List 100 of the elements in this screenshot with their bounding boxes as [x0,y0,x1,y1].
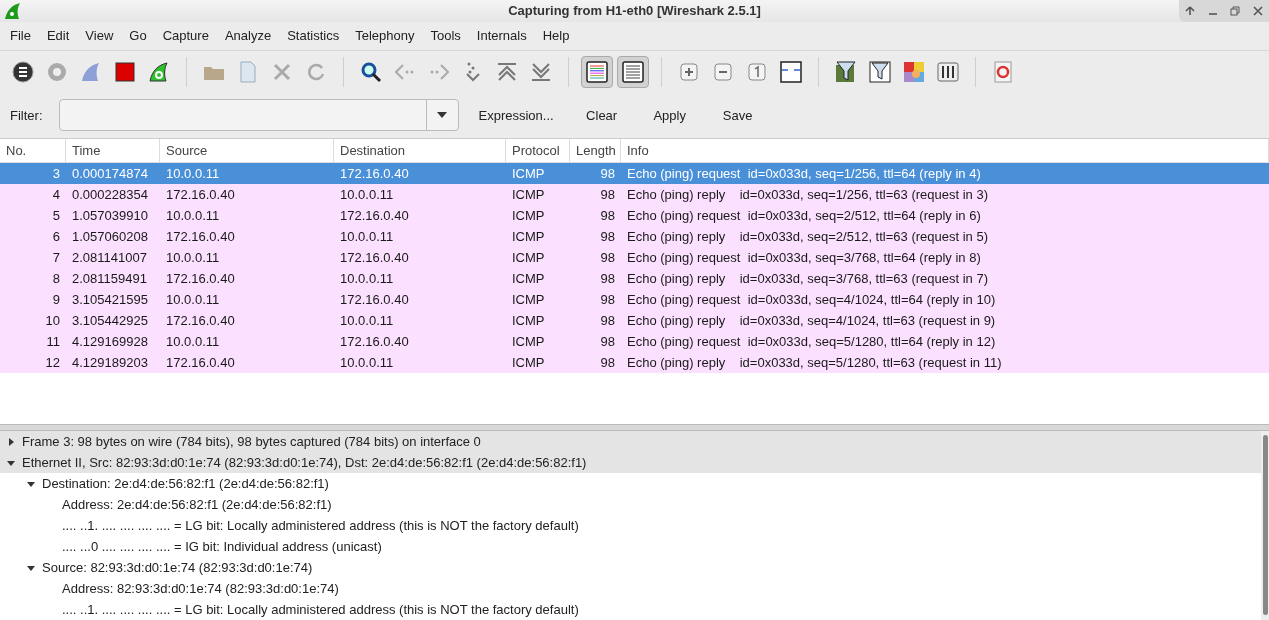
menu-item[interactable]: Help [534,24,578,48]
packet-row[interactable]: 12 4.129189203 172.16.0.40 10.0.0.11 ICMP 98 Echo (ping) reply id=0x033d, seq=5/1280, ttl=63 (request in 11) [0,352,1269,374]
up-arrow-icon[interactable] [1185,6,1196,16]
zoom-out-icon [711,60,735,84]
table-cell-text: ICMP [511,332,546,351]
table-cell-text: 172.16.0.40 [339,164,410,183]
restart-icon [147,60,171,84]
table-cell-text: 3.105421595 [71,290,149,309]
filter-action-button[interactable]: Apply [641,100,698,131]
last-arrow-icon [529,60,553,84]
close-icon[interactable] [1252,6,1263,16]
column-header[interactable]: Destination [334,139,506,163]
column-header[interactable]: Time [66,139,160,163]
detail-text: .... ..1. .... .... .... .... = LG bit: Locally administered address (this is NOT the factory default) [62,516,579,535]
column-header[interactable]: Info [621,139,1269,163]
menu-item[interactable]: View [77,24,122,48]
table-cell-text: Echo (ping) reply id=0x033d, seq=1/256, ttl=63 (request in 3) [626,185,989,204]
table-cell-text: 8 [51,269,61,288]
scrollbar[interactable] [1261,431,1269,620]
menu-item[interactable]: Internals [468,24,535,48]
menu-item[interactable]: Tools [422,24,469,48]
table-cell-text: 2.081159491 [71,269,148,288]
table-cell-text: 98 [599,290,616,309]
table-cell-text: Echo (ping) request id=0x033d, seq=3/768, ttl=64 (reply in 8) [626,248,982,267]
table-cell-text: 6 [51,227,61,246]
menu-item[interactable]: Statistics [279,24,348,48]
toggle-button[interactable] [617,56,649,88]
list-lines-icon [621,60,645,84]
menu-item[interactable]: Edit [38,24,78,48]
table-cell-text: ICMP [511,206,546,225]
table-cell-text: 10.0.0.11 [165,332,221,351]
table-cell-text: 98 [599,332,616,351]
detail-text: .... ..1. .... .... .... .... = LG bit: Locally administered address (this is NOT the factory default) [62,600,579,619]
normal-size-icon [745,60,769,84]
detail-text: Destination: 2e:d4:de:56:82:f1 (2e:d4:de:56:82:f1) [42,474,329,493]
table-cell-text: 98 [599,206,616,225]
packet-row[interactable]: 5 1.057039910 10.0.0.11 172.16.0.40 ICMP 98 Echo (ping) request id=0x033d, seq=2/512, ttl=64 (reply in 6) [0,205,1269,227]
table-cell-text: Echo (ping) reply id=0x033d, seq=3/768, ttl=63 (request in 7) [626,269,989,288]
table-cell-text: 7 [51,248,61,267]
packet-row[interactable]: 9 3.105421595 10.0.0.11 172.16.0.40 ICMP 98 Echo (ping) request id=0x033d, seq=4/1024, ttl=64 (reply in 10) [0,289,1269,311]
table-cell-text: 98 [599,311,616,330]
collapsed-arrow-icon[interactable] [6,436,16,447]
column-header[interactable]: Protocol [506,139,570,163]
toggle-button[interactable] [581,56,613,88]
table-cell-text: Echo (ping) reply id=0x033d, seq=2/512, ttl=63 (request in 5) [626,227,989,246]
table-cell-text: 10.0.0.11 [165,290,221,309]
filter-action-button[interactable]: Expression... [470,100,562,131]
table-cell-text: ICMP [511,311,546,330]
table-cell-text: 172.16.0.40 [165,269,236,288]
dropdown-arrow-icon[interactable] [437,112,447,119]
column-header[interactable]: Length [570,139,621,163]
packet-row[interactable]: 10 3.105442925 172.16.0.40 10.0.0.11 ICMP 98 Echo (ping) reply id=0x033d, seq=4/1024, ttl=63 (request in 9) [0,310,1269,332]
table-cell-text: 172.16.0.40 [165,227,236,246]
column-header[interactable]: Source [160,139,334,163]
table-cell-text: 2.081141007 [71,248,148,267]
table-cell-text: 98 [599,353,616,372]
table-cell-text: 10.0.0.11 [165,248,221,267]
packet-row[interactable]: 7 2.081141007 10.0.0.11 172.16.0.40 ICMP 98 Echo (ping) request id=0x033d, seq=3/768, ttl=64 (reply in 8) [0,247,1269,269]
table-cell-text: ICMP [511,185,546,204]
menu-item[interactable]: Analyze [216,24,280,48]
table-cell-text: ICMP [511,353,546,372]
packet-row[interactable]: 11 4.129169928 10.0.0.11 172.16.0.40 ICMP 98 Echo (ping) request id=0x033d, seq=5/1280, ttl=64 (reply in 12) [0,331,1269,353]
menu-item[interactable]: Telephony [347,24,423,48]
table-cell-text: Echo (ping) request id=0x033d, seq=1/256, ttl=64 (reply in 4) [626,164,982,183]
menu-item[interactable]: Capture [154,24,217,48]
table-cell-text: 0.000174874 [71,164,149,183]
packet-row[interactable]: 4 0.000228354 172.16.0.40 10.0.0.11 ICMP 98 Echo (ping) reply id=0x033d, seq=1/256, ttl=63 (request in 3) [0,184,1269,206]
table-cell-text: 98 [599,227,616,246]
table-cell-text: 172.16.0.40 [165,311,236,330]
table-cell-text: 10.0.0.11 [339,269,395,288]
stop-icon [113,60,137,84]
table-cell-text: 98 [599,269,616,288]
detail-text: Frame 3: 98 bytes on wire (784 bits), 98 bytes captured (784 bits) on interface 0 [22,432,481,451]
table-cell-text: 98 [599,248,616,267]
table-cell-text: 172.16.0.40 [165,353,236,372]
table-cell-text: ICMP [511,227,546,246]
packet-row[interactable]: 8 2.081159491 172.16.0.40 10.0.0.11 ICMP 98 Echo (ping) reply id=0x033d, seq=3/768, ttl=63 (request in 7) [0,268,1269,290]
column-header[interactable]: No. [0,139,66,163]
resize-columns-icon [779,60,803,84]
table-cell-text: 0.000228354 [71,185,149,204]
table-cell-text: Echo (ping) request id=0x033d, seq=2/512, ttl=64 (reply in 6) [626,206,982,225]
maximize-icon[interactable] [1230,6,1241,16]
table-cell-text: 11 [45,332,61,351]
table-cell-text: 172.16.0.40 [339,332,410,351]
table-cell-text: 1.057060208 [71,227,149,246]
detail-text: Address: 82:93:3d:d0:1e:74 (82:93:3d:d0:1e:74) [62,579,339,598]
menu-item[interactable]: Go [121,24,155,48]
table-cell-text: 5 [51,206,61,225]
table-cell-text: 172.16.0.40 [339,290,410,309]
detail-text: Address: 2e:d4:de:56:82:f1 (2e:d4:de:56:82:f1) [62,495,332,514]
table-cell-text: 4.129169928 [71,332,149,351]
detail-text: Source: 82:93:3d:d0:1e:74 (82:93:3d:d0:1e:74) [42,558,313,577]
table-cell-text: 172.16.0.40 [339,206,410,225]
table-cell-text: 10.0.0.11 [165,164,221,183]
table-cell-text: 3 [51,164,61,183]
menu-item[interactable]: File [2,24,39,48]
filter-action-button[interactable]: Save [709,100,766,131]
filter-action-button[interactable]: Clear [573,100,630,131]
packet-row[interactable]: 6 1.057060208 172.16.0.40 10.0.0.11 ICMP 98 Echo (ping) reply id=0x033d, seq=2/512, ttl=63 (request in 5) [0,226,1269,248]
table-cell-text: 10.0.0.11 [339,227,395,246]
